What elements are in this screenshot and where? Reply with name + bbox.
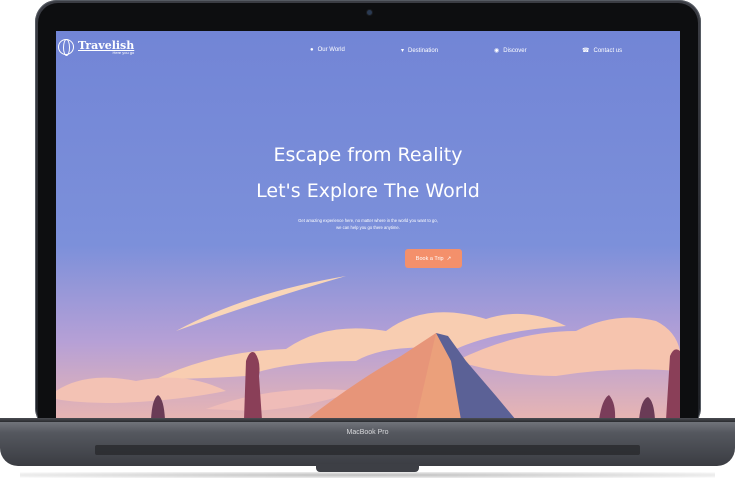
brand-name: Travelish (78, 38, 135, 52)
laptop-base: MacBook Pro (0, 418, 735, 491)
nav-our-world[interactable]: ● Our World (310, 47, 345, 53)
nav-discover[interactable]: ◉ Discover (494, 47, 527, 55)
hinge (0, 418, 735, 422)
website-screen: Travelish Here you go ● Our World ▾ Dest… (56, 31, 680, 420)
nav-label: Discover (503, 47, 527, 54)
opening-notch (316, 464, 419, 472)
hero-title-line1: Escape from Reality (273, 144, 463, 166)
webcam (367, 10, 372, 15)
compass-icon: ◉ (494, 48, 500, 54)
rock-pillar-right2 (639, 397, 655, 420)
map-pin-icon: ▾ (401, 48, 405, 54)
book-trip-button[interactable]: Book a Trip ↗ (405, 249, 462, 268)
nav-contact[interactable]: ☎ Contact us (582, 47, 623, 55)
rock-pillar-mid (599, 395, 616, 420)
cloud-streak (176, 276, 346, 331)
model-label: MacBook Pro (346, 429, 389, 436)
hero-subtitle-line2: we can help you go there anytime. (336, 225, 400, 230)
hero-subtitle-line1: Get amazing experience here, no matter w… (298, 218, 438, 223)
globe-icon (58, 39, 74, 56)
laptop-shadow (20, 472, 715, 478)
laptop-lid: Travelish Here you go ● Our World ▾ Dest… (35, 0, 701, 430)
phone-icon: ☎ (582, 48, 590, 54)
nav-label: Our World (317, 47, 345, 53)
globe-icon: ● (310, 47, 314, 53)
nav-label: Destination (408, 47, 439, 54)
laptop-deck: MacBook Pro (0, 418, 735, 466)
screen-bezel: Travelish Here you go ● Our World ▾ Dest… (38, 3, 698, 430)
book-trip-label: Book a Trip (415, 255, 444, 262)
navbar: Travelish Here you go ● Our World ▾ Dest… (56, 31, 680, 65)
cloud-left (56, 377, 226, 403)
nav-destination[interactable]: ▾ Destination (401, 47, 439, 55)
keyboard-edge (95, 445, 640, 455)
hero-subtitle: Get amazing experience here, no matter w… (56, 217, 680, 231)
brand-logo[interactable]: Travelish Here you go (58, 38, 135, 56)
hero-title-line2: Let's Explore The World (256, 180, 480, 202)
arrow-up-right-icon: ↗ (446, 255, 452, 262)
nav-label: Contact us (593, 47, 623, 54)
